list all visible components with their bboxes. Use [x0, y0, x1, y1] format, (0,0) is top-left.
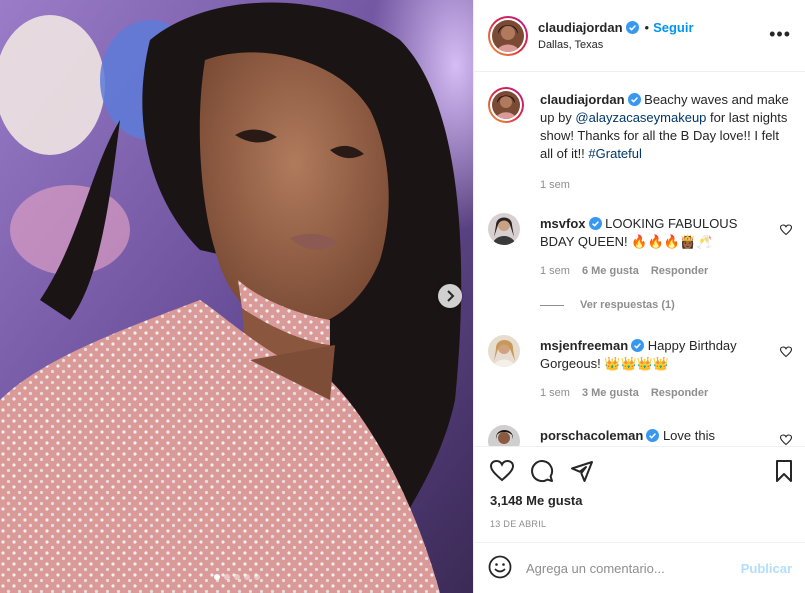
carousel-dot [213, 574, 220, 580]
comment-text: Love this [662, 428, 715, 443]
comment-likes[interactable]: 6 Me gusta [582, 265, 639, 277]
verified-icon [627, 93, 641, 106]
caption-time[interactable]: 1 sem [540, 179, 570, 191]
avatar[interactable] [488, 213, 520, 245]
view-replies-label: Ver respuestas (1) [580, 299, 675, 311]
reply-button[interactable]: Responder [651, 265, 708, 277]
verified-icon [631, 339, 645, 352]
emoji-icon[interactable] [488, 555, 512, 582]
carousel-dot [243, 574, 250, 580]
post-date[interactable]: 13 DE ABRIL [490, 519, 546, 529]
avatar [492, 91, 520, 119]
comment-icon[interactable] [530, 459, 554, 486]
hashtag-link[interactable]: #Grateful [588, 146, 641, 161]
comment-like-heart-icon[interactable] [780, 224, 792, 236]
comment-username[interactable]: msvfox [540, 216, 586, 231]
comment-username[interactable]: msjenfreeman [540, 338, 628, 353]
follow-button[interactable]: Seguir [653, 20, 693, 35]
comment-time[interactable]: 1 sem [540, 387, 570, 399]
mention-link[interactable]: @alayzacaseymakeup [575, 110, 706, 125]
separator-dot: • [644, 20, 650, 35]
carousel-dot [253, 574, 260, 580]
bookmark-icon[interactable] [772, 459, 796, 486]
caption-username[interactable]: claudiajordan [540, 92, 625, 107]
avatar[interactable] [488, 335, 520, 367]
post-actions: 3,148 Me gusta 13 DE ABRIL [474, 446, 805, 542]
reply-button[interactable]: Responder [651, 387, 708, 399]
carousel-dot [233, 574, 240, 580]
comments-list[interactable]: claudiajordan Beachy waves and make up b… [474, 73, 805, 446]
verified-icon [625, 21, 639, 34]
verified-icon [646, 429, 660, 442]
more-options-icon[interactable]: ••• [769, 24, 791, 45]
carousel-indicator [0, 574, 473, 580]
comment-input[interactable] [526, 560, 741, 576]
location-link[interactable]: Dallas, Texas [538, 39, 694, 51]
comment-likes[interactable]: 3 Me gusta [582, 387, 639, 399]
verified-icon [588, 217, 602, 230]
chevron-right-icon [447, 290, 455, 302]
carousel-dot [223, 574, 230, 580]
post-media[interactable] [0, 0, 473, 593]
view-replies-button[interactable]: Ver respuestas (1) [540, 299, 675, 311]
comment-username[interactable]: porschacoleman [540, 428, 643, 443]
post-modal: claudiajordan • Seguir Dallas, Texas ••• [0, 0, 805, 593]
publish-button[interactable]: Publicar [741, 561, 792, 576]
add-comment-bar: Publicar [474, 542, 805, 593]
author-avatar-ring[interactable] [488, 15, 528, 56]
post-header: claudiajordan • Seguir Dallas, Texas ••• [474, 0, 805, 72]
heart-icon[interactable] [489, 459, 515, 486]
post-side-panel: claudiajordan • Seguir Dallas, Texas ••• [473, 0, 805, 593]
next-slide-button[interactable] [438, 284, 462, 308]
comment-like-heart-icon[interactable] [780, 434, 792, 446]
avatar[interactable] [488, 425, 520, 446]
author-username[interactable]: claudiajordan [538, 20, 623, 35]
post-photo [0, 0, 473, 593]
share-icon[interactable] [570, 459, 594, 486]
caption-avatar-ring[interactable] [488, 87, 524, 123]
comment-time[interactable]: 1 sem [540, 265, 570, 277]
comment-like-heart-icon[interactable] [780, 346, 792, 358]
likes-count[interactable]: 3,148 Me gusta [490, 493, 583, 508]
avatar [492, 19, 524, 52]
